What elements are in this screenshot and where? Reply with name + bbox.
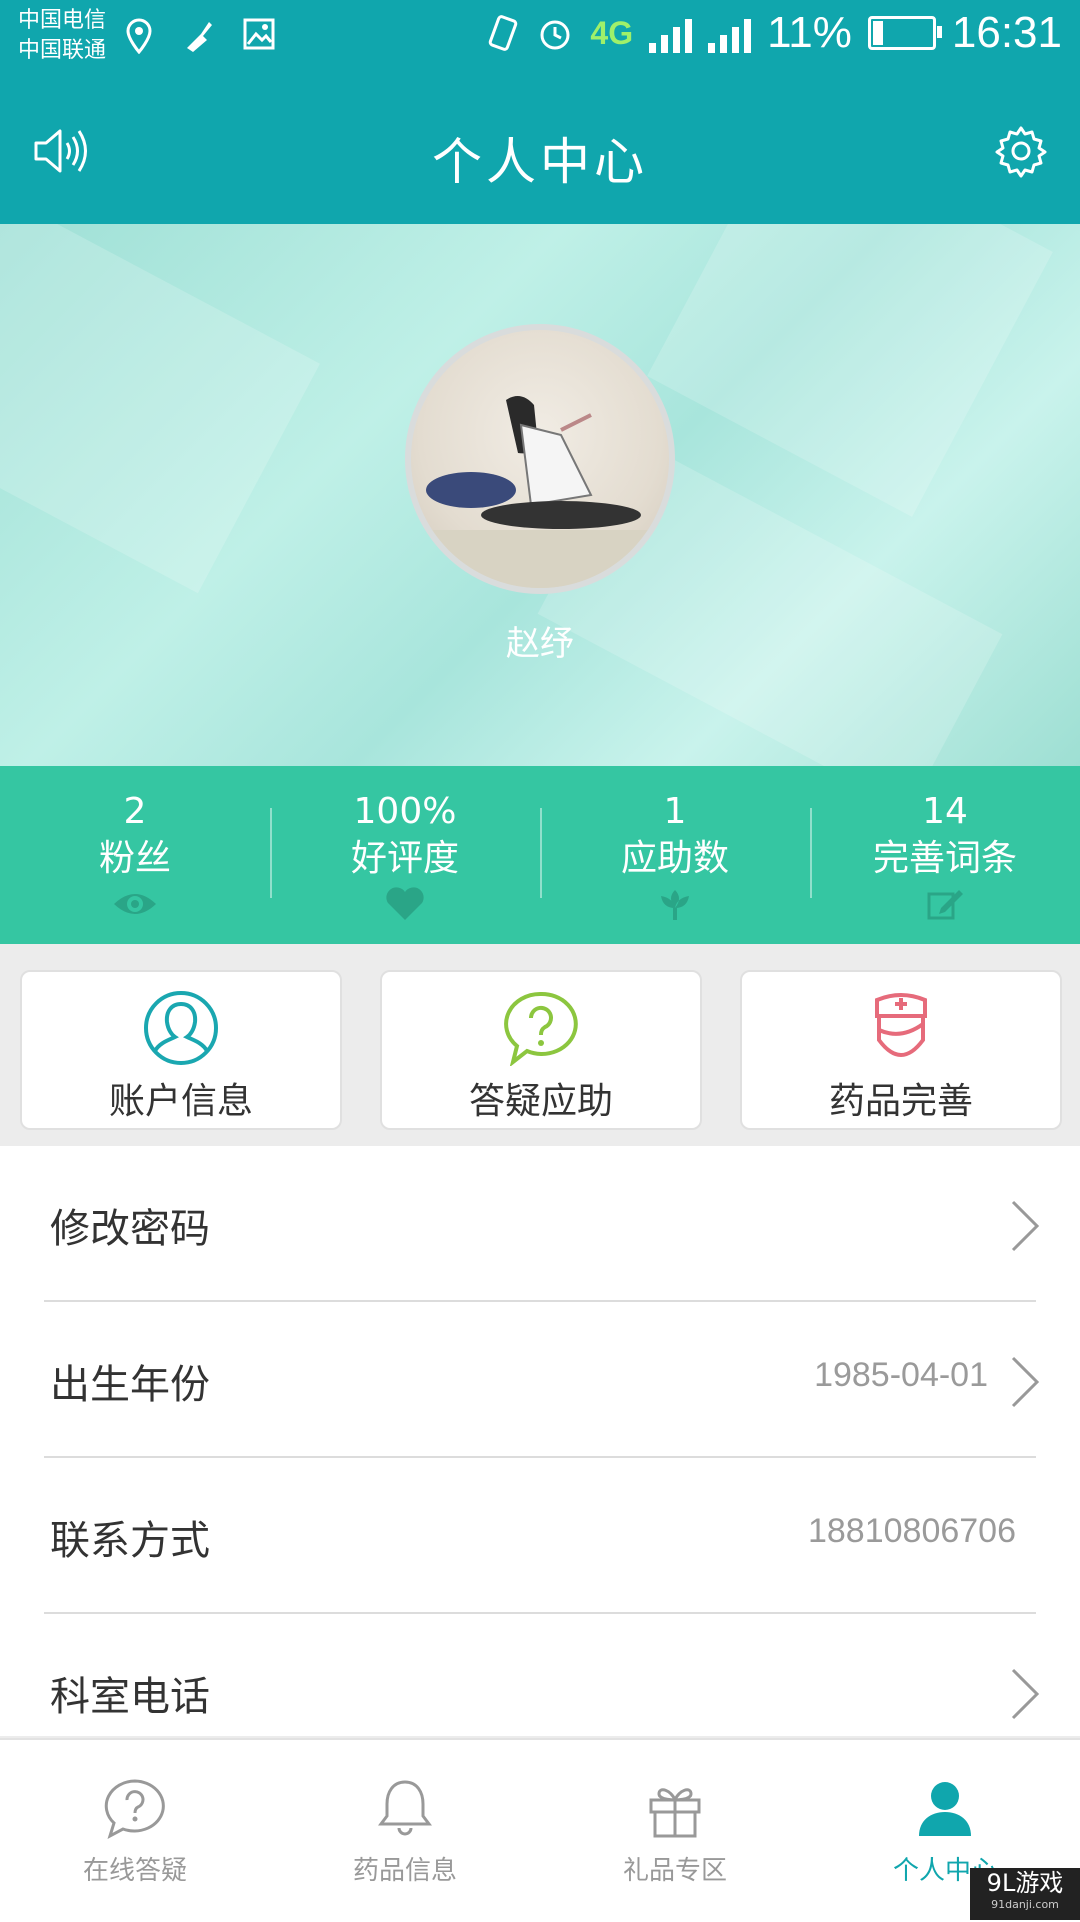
bell-icon <box>378 1780 432 1836</box>
account-info-card[interactable]: 账户信息 <box>20 970 342 1130</box>
username: 赵纾 <box>506 624 574 664</box>
battery-percent: 11% <box>767 8 852 57</box>
stat-value: 100% <box>353 791 457 832</box>
watermark-logo: 9L游戏 91danji.com <box>970 1868 1080 1920</box>
stat-fans[interactable]: 2 粉丝 <box>0 766 270 944</box>
gear-icon[interactable] <box>994 124 1048 178</box>
chevron-right-icon <box>1011 1668 1040 1720</box>
avatar-picture <box>411 396 669 588</box>
row-value: 18810806706 <box>807 1512 1016 1550</box>
vibrate-icon <box>489 15 518 51</box>
eye-icon <box>114 894 156 914</box>
stat-label: 应助数 <box>620 838 729 879</box>
signal-icon-2 <box>708 13 752 53</box>
watermark-brand: 9L游戏 <box>986 1869 1064 1897</box>
tab-label: 礼品专区 <box>622 1856 727 1886</box>
stat-value: 1 <box>663 791 687 832</box>
carrier-2: 中国联通 <box>18 38 107 63</box>
carrier-1: 中国电信 <box>18 8 107 33</box>
signal-icon <box>649 13 693 53</box>
user-icon <box>144 991 218 1065</box>
gift-icon <box>649 1788 701 1838</box>
chevron-right-icon <box>1011 1200 1040 1252</box>
tab-drug-info[interactable]: 药品信息 <box>270 1740 540 1922</box>
drug-complete-card[interactable]: 药品完善 <box>740 970 1062 1130</box>
stat-value: 2 <box>123 791 147 832</box>
row-label: 科室电话 <box>50 1674 210 1720</box>
nurse-icon <box>875 993 927 1057</box>
clock: 16:31 <box>951 8 1062 57</box>
card-label: 答疑应助 <box>468 1081 613 1122</box>
card-label: 药品完善 <box>828 1081 973 1122</box>
settings-list: 修改密码 出生年份 1985-04-01 联系方式 18810806706 科室… <box>0 1146 1080 1736</box>
network-type: 4G <box>590 14 634 51</box>
avatar[interactable] <box>405 324 675 594</box>
stats-bar: 2 粉丝 100% 好评度 1 应助数 14 完善词条 <box>0 766 1080 944</box>
card-label: 账户信息 <box>108 1081 253 1122</box>
bottom-tab-bar: 在线答疑 药品信息 礼品专区 个人中心 <box>0 1738 1080 1922</box>
question-bubble-icon <box>104 1779 165 1840</box>
stat-value: 14 <box>922 791 968 832</box>
stat-help-count[interactable]: 1 应助数 <box>540 766 810 944</box>
watermark-site: 91danji.com <box>991 1898 1059 1911</box>
app-bar: 个人中心 <box>0 78 1080 224</box>
stat-label: 好评度 <box>350 838 459 879</box>
question-bubble-icon <box>504 991 578 1068</box>
battery-icon <box>867 16 942 50</box>
row-label: 出生年份 <box>50 1362 210 1408</box>
location-icon <box>126 18 152 54</box>
heart-icon <box>386 887 424 920</box>
profile-header: 赵纾 <box>0 224 1080 766</box>
page-title: 个人中心 <box>432 133 648 191</box>
stat-rating[interactable]: 100% 好评度 <box>270 766 540 944</box>
alarm-icon <box>540 20 570 50</box>
chevron-right-icon <box>1011 1356 1040 1408</box>
tab-online-qa[interactable]: 在线答疑 <box>0 1740 270 1922</box>
stat-label: 粉丝 <box>98 838 171 879</box>
flower-icon <box>661 890 689 920</box>
list-item-contact[interactable]: 联系方式 18810806706 <box>0 1458 1080 1614</box>
qa-help-card[interactable]: 答疑应助 <box>380 970 702 1130</box>
tab-label: 在线答疑 <box>82 1856 187 1886</box>
tab-gifts[interactable]: 礼品专区 <box>540 1740 810 1922</box>
stat-entries[interactable]: 14 完善词条 <box>810 766 1080 944</box>
list-item-birth-year[interactable]: 出生年份 1985-04-01 <box>0 1302 1080 1458</box>
row-label: 修改密码 <box>50 1206 210 1252</box>
quick-actions: 账户信息 答疑应助 药品完善 <box>0 944 1080 1146</box>
status-bar: 中国电信 中国联通 4G 11% 16:31 <box>0 0 1080 78</box>
image-icon <box>243 18 275 50</box>
person-icon <box>919 1782 971 1836</box>
cleaner-icon <box>187 22 212 52</box>
list-item-change-password[interactable]: 修改密码 <box>0 1146 1080 1302</box>
stat-label: 完善词条 <box>872 838 1017 879</box>
row-value: 1985-04-01 <box>814 1356 988 1394</box>
row-label: 联系方式 <box>50 1518 210 1564</box>
carrier-names: 中国电信 中国联通 <box>18 6 106 66</box>
edit-icon <box>927 890 963 920</box>
tab-label: 药品信息 <box>352 1856 457 1886</box>
